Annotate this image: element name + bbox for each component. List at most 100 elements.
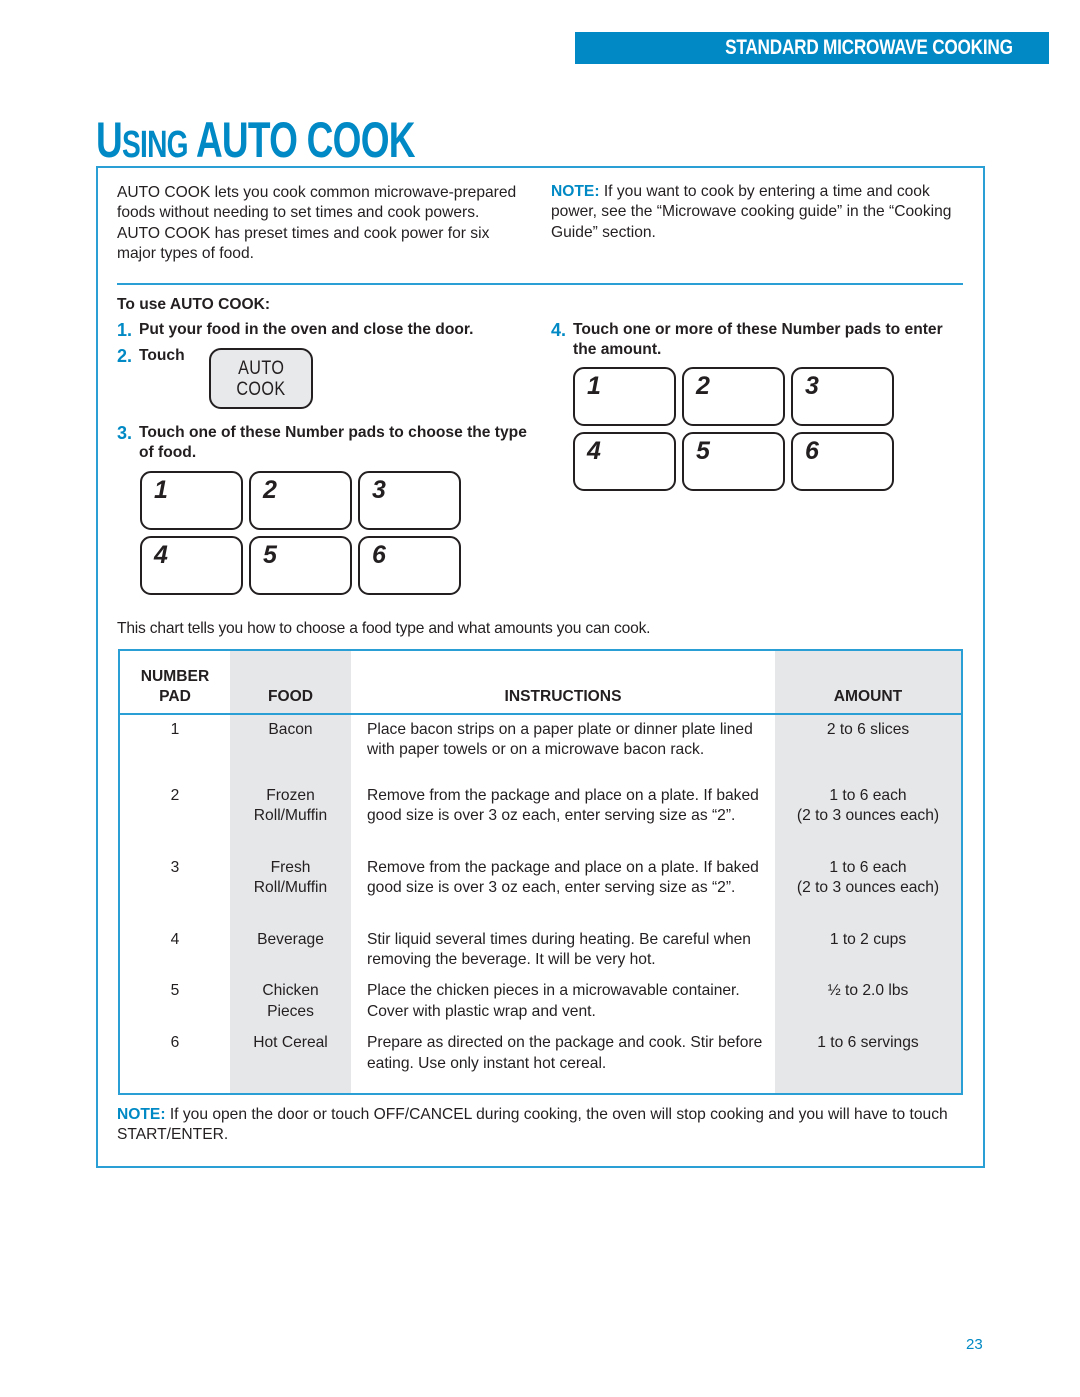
food-type-keypad: 1 2 3 4 5 6 [140,471,461,595]
food-line: Hot Cereal [253,1034,328,1052]
header-number-pad: NUMBER PAD [119,650,230,715]
number-pad-1[interactable]: 1 [140,471,243,530]
step-text: Put your food in the oven and close the … [139,321,474,338]
step-3: 3. Touch one of these Number pads to choo… [117,423,537,464]
auto-cook-label-line1: AUTO [237,357,285,379]
food-line: Bacon [268,721,313,738]
step-text: Touch one or more of these Number pads t… [573,321,943,359]
amount-line: 1 to 6 each [829,858,907,876]
auto-cook-button[interactable]: AUTO COOK [209,348,313,409]
food-line: Chicken [262,982,319,1000]
table-row: 2 Frozen Roll/Muffin Remove from the pack… [119,785,962,858]
cell-food: Chicken Pieces [230,981,351,1034]
number-pad-4[interactable]: 4 [573,432,676,491]
amount-line: (2 to 3 ounces each) [796,807,940,825]
amount-line: 2 to 6 slices [826,721,910,738]
number-pad-5[interactable]: 5 [249,536,352,595]
table-row: 6 Hot Cereal Prepare as directed on the … [119,1033,962,1094]
table-row: 5 Chicken Pieces Place the chicken pieces… [119,981,962,1034]
cell-food: Frozen Roll/Muffin [230,785,351,858]
step-number: 1. [117,320,133,340]
note-text: If you open the door or touch OFF/CANCEL… [117,1106,948,1144]
page-title-initial: U [96,112,123,168]
cell-food: Beverage [230,929,351,982]
cell-pad: 2 [170,786,180,804]
auto-cook-chart: NUMBER PAD FOOD INSTRUCTIONS AMOUNT 1 Bac… [118,649,963,1095]
table-row: 1 Bacon Place bacon strips on a paper pl… [119,714,962,786]
cell-instructions: Remove from the package and place on a p… [367,858,759,897]
cell-pad: 6 [170,1034,180,1052]
header-amount: AMOUNT [775,650,962,715]
table-row: 4 Beverage Stir liquid several times dur… [119,929,962,982]
number-pad-3[interactable]: 3 [358,471,461,530]
number-pad-2[interactable]: 2 [682,367,785,426]
header-line: PAD [159,688,191,705]
cell-amount: 1 to 2 cups [775,929,962,982]
cell-instructions: Place bacon strips on a paper plate or d… [367,721,753,759]
cell-pad: 5 [170,982,180,1000]
amount-line: 1 to 2 cups [829,930,907,948]
section-divider [117,283,963,285]
cell-amount: 1 to 6 each (2 to 3 ounces each) [775,785,962,858]
number-pad-4[interactable]: 4 [140,536,243,595]
number-pad-2[interactable]: 2 [249,471,352,530]
cell-instructions: Remove from the package and place on a p… [367,786,759,825]
note-label: NOTE: [117,1106,166,1123]
cell-food: Fresh Roll/Muffin [230,857,351,930]
cell-pad: 1 [170,721,180,738]
cell-instructions: Stir liquid several times during heating… [367,930,751,969]
table-header-row: NUMBER PAD FOOD INSTRUCTIONS AMOUNT [119,650,962,715]
amount-keypad: 1 2 3 4 5 6 [573,367,894,491]
number-pad-6[interactable]: 6 [791,432,894,491]
bottom-note: NOTE: If you open the door or touch OFF/… [117,1105,957,1146]
section-banner-label: STANDARD MICROWAVE COOKING [725,36,1013,59]
cell-amount: 2 to 6 slices [775,714,962,786]
number-pad-1[interactable]: 1 [573,367,676,426]
amount-line: 1 to 6 each [829,786,907,804]
cell-instructions: Prepare as directed on the package and c… [367,1034,763,1072]
header-food: FOOD [230,650,351,715]
step-1: 1. Put your food in the oven and close th… [117,320,473,342]
note-label: NOTE: [551,183,600,200]
food-line: Frozen [266,786,315,804]
page-title: USING AUTO COOK [96,112,415,168]
page-number: 23 [966,1336,983,1353]
cell-amount: 1 to 6 servings [775,1033,962,1094]
intro-note: NOTE: If you want to cook by entering a … [551,182,961,243]
food-line: Fresh [270,858,311,876]
step-4: 4. Touch one or more of these Number pads… [551,320,951,361]
amount-line: 1 to 6 servings [817,1034,919,1052]
intro-description: AUTO COOK lets you cook common microwave… [117,184,517,263]
number-pad-6[interactable]: 6 [358,536,461,595]
note-text: If you want to cook by entering a time a… [551,183,952,241]
cell-instructions: Place the chicken pieces in a microwavab… [367,982,740,1020]
cell-pad: 4 [170,930,180,948]
cell-food: Hot Cereal [230,1033,351,1094]
food-line: Roll/Muffin [253,807,328,825]
cell-amount: 1 to 6 each (2 to 3 ounces each) [775,857,962,930]
table-row: 3 Fresh Roll/Muffin Remove from the packa… [119,857,962,930]
step-text: Touch one of these Number pads to choose… [139,424,527,462]
steps-heading: To use AUTO COOK: [117,296,271,313]
step-2: 2. Touch [117,346,185,368]
step-number: 2. [117,346,133,366]
header-line: NUMBER [140,668,210,685]
food-line: Pieces [267,1002,314,1020]
number-pad-5[interactable]: 5 [682,432,785,491]
food-line: Roll/Muffin [253,879,328,897]
step-number: 4. [551,320,567,340]
cell-amount: ½ to 2.0 lbs [775,981,962,1034]
cell-pad: 3 [170,858,180,876]
page-title-main: AUTO COOK [195,112,416,168]
amount-line: ½ to 2.0 lbs [827,982,909,1000]
page-title-prefix: SING [121,124,189,166]
auto-cook-label-line2: COOK [236,378,286,400]
food-line: Beverage [257,930,324,948]
step-number: 3. [117,423,133,443]
amount-line: (2 to 3 ounces each) [796,879,940,897]
cell-food: Bacon [230,714,351,786]
header-instructions: INSTRUCTIONS [351,650,775,715]
section-banner: STANDARD MICROWAVE COOKING [575,32,1049,64]
chart-intro: This chart tells you how to choose a foo… [117,620,651,637]
number-pad-3[interactable]: 3 [791,367,894,426]
